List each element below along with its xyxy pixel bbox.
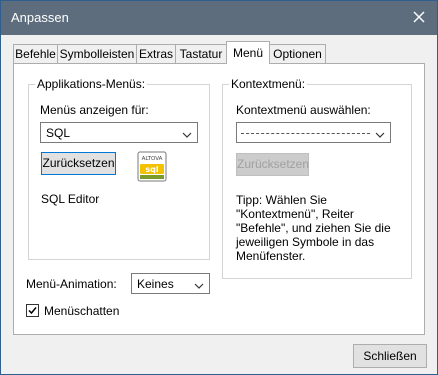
window-title: Anpassen (11, 10, 69, 25)
chevron-down-icon (375, 128, 385, 138)
animation-select[interactable]: Keines (131, 273, 210, 294)
app-reset-button[interactable]: Zurücksetzen (41, 152, 116, 175)
sql-editor-icon: ALTOVA sql (137, 151, 169, 183)
editor-name: SQL Editor (41, 192, 100, 206)
icon-main-text: sql (145, 165, 158, 174)
title-bar: Anpassen (1, 1, 437, 35)
show-for-label: Menüs anzeigen für: (40, 103, 149, 117)
app-menus-group-label: Applikations-Menüs: (35, 77, 148, 91)
checkmark-icon (28, 307, 37, 315)
tab-extras[interactable]: Extras (136, 44, 176, 63)
close-icon[interactable] (409, 7, 429, 27)
tab-menu[interactable]: Menü (226, 41, 270, 64)
shadow-checkbox[interactable] (26, 304, 39, 317)
context-menu-select[interactable] (236, 122, 391, 143)
animation-label: Menü-Animation: (26, 277, 117, 291)
context-tip-text: Tipp: Wählen Sie "Kontextmenü", Reiter "… (236, 193, 391, 263)
app-menus-group: Applikations-Menüs: Menüs anzeigen für: … (28, 77, 210, 260)
context-reset-button[interactable]: Zurücksetzen (236, 153, 309, 176)
show-for-select[interactable]: SQL (40, 122, 198, 143)
shadow-label[interactable]: Menüschatten (44, 304, 119, 318)
tab-panel: Applikations-Menüs: Menüs anzeigen für: … (13, 63, 425, 335)
context-menu-group: Kontextmenü: Kontextmenü auswählen: Zurü… (222, 77, 412, 279)
chevron-down-icon (194, 279, 204, 289)
chevron-down-icon (182, 128, 192, 138)
context-menu-group-label: Kontextmenü: (229, 77, 308, 91)
animation-value: Keines (137, 277, 174, 291)
context-select-label: Kontextmenü auswählen: (236, 103, 371, 117)
show-for-value: SQL (46, 126, 71, 140)
tab-optionen[interactable]: Optionen (269, 44, 326, 63)
icon-brand-text: ALTOVA (142, 156, 163, 162)
tab-symbolleisten[interactable]: Symbolleisten (57, 44, 137, 63)
customize-dialog: Anpassen Befehle Symbolleisten Extras Ta… (0, 0, 438, 375)
context-select-empty (241, 133, 370, 134)
close-button[interactable]: Schließen (353, 344, 427, 368)
tab-tastatur[interactable]: Tastatur (175, 44, 227, 63)
tab-befehle[interactable]: Befehle (13, 44, 58, 63)
